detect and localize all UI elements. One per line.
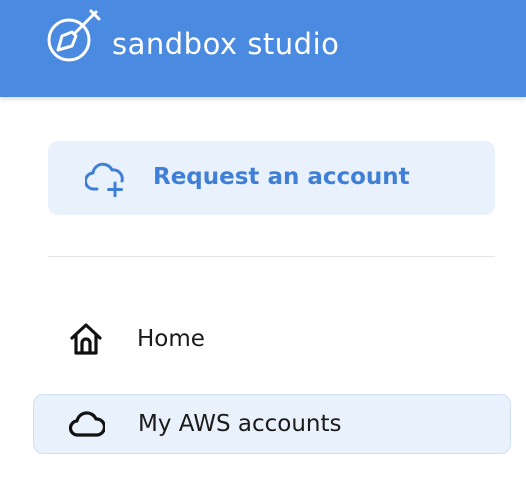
nav-item-my-aws-accounts-label: My AWS accounts — [138, 411, 342, 437]
cloud-plus-icon — [85, 162, 124, 197]
app-header: sandbox studio — [0, 0, 526, 97]
nav-item-home-label: Home — [137, 326, 205, 352]
app-name[interactable]: sandbox studio — [112, 24, 339, 64]
request-account-button[interactable]: Request an account — [48, 141, 495, 215]
nav-item-home[interactable]: Home — [33, 297, 511, 381]
divider — [48, 256, 495, 257]
logo-icon[interactable] — [44, 6, 106, 68]
request-account-label: Request an account — [153, 164, 410, 190]
nav-item-my-aws-accounts[interactable]: My AWS accounts — [33, 394, 511, 454]
home-icon — [70, 323, 102, 355]
cloud-icon — [69, 411, 105, 437]
